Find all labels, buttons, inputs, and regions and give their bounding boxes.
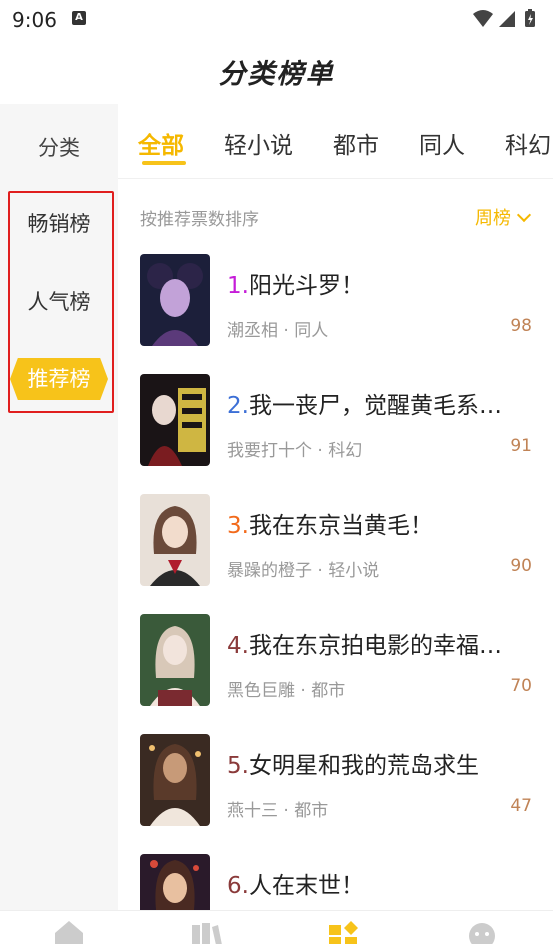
book-cover	[140, 614, 210, 706]
book-title: 4.我在东京拍电影的幸福…	[227, 626, 502, 660]
book-author: 黑色巨雕	[227, 681, 295, 701]
tab-scifi[interactable]: 科幻	[505, 126, 551, 160]
book-name: 我在东京拍电影的幸福…	[248, 633, 502, 659]
book-cover	[140, 734, 210, 826]
book-meta: 我要打十个 · 科幻	[227, 441, 363, 461]
book-item[interactable]: 5.女明星和我的荒岛求生 燕十三 · 都市 47	[140, 734, 532, 828]
status-bar: 9:06 A	[0, 0, 553, 38]
tab-all[interactable]: 全部	[138, 126, 184, 160]
chevron-down-icon	[516, 207, 532, 223]
book-item[interactable]: 4.我在东京拍电影的幸福… 黑色巨雕 · 都市 70	[140, 614, 532, 708]
book-title: 2.我一丧尸，觉醒黄毛系…	[227, 386, 502, 420]
book-title: 1.阳光斗罗！	[227, 266, 364, 300]
book-cover	[140, 254, 210, 346]
book-category: 都市	[311, 681, 346, 701]
home-icon[interactable]	[52, 919, 86, 944]
tab-urban[interactable]: 都市	[333, 126, 379, 160]
period-dropdown[interactable]: 周榜	[475, 204, 532, 230]
bottom-nav	[0, 910, 553, 944]
screen: 9:06 A 分类榜单 分类 畅销榜 人气榜 推荐榜 全部 轻小说 都市 同人 …	[0, 0, 553, 944]
book-category: 轻小说	[328, 561, 380, 581]
book-cover	[140, 374, 210, 466]
book-score: 90	[510, 556, 532, 576]
book-meta: 燕十三 · 都市	[227, 801, 329, 821]
tab-fanfic[interactable]: 同人	[419, 126, 465, 160]
bookshelf-icon[interactable]	[188, 919, 222, 944]
book-rank: 3.	[227, 513, 249, 539]
book-author: 暴躁的橙子	[227, 561, 312, 581]
book-meta: 黑色巨雕 · 都市	[227, 681, 346, 701]
book-rank: 5.	[227, 753, 249, 779]
book-name: 阳光斗罗！	[248, 273, 364, 299]
page-title: 分类榜单	[218, 59, 335, 90]
book-meta: 潮丞相 · 同人	[227, 321, 329, 341]
tab-active-indicator	[142, 161, 186, 165]
book-category: 都市	[294, 801, 329, 821]
book-rank: 4.	[227, 633, 249, 659]
battery-icon	[525, 9, 535, 27]
book-meta: 暴躁的橙子 · 轻小说	[227, 561, 380, 581]
book-score: 91	[510, 436, 532, 456]
period-label: 周榜	[475, 208, 511, 229]
book-title: 3.我在东京当黄毛！	[227, 506, 433, 540]
book-name: 我在东京当黄毛！	[248, 513, 433, 539]
book-author: 潮丞相	[227, 321, 278, 341]
book-cover	[140, 494, 210, 586]
status-icons	[471, 8, 543, 28]
book-author: 燕十三	[227, 801, 278, 821]
category-tabs: 全部 轻小说 都市 同人 科幻	[118, 104, 553, 179]
book-category: 科幻	[328, 441, 363, 461]
book-rank: 6.	[227, 873, 249, 899]
book-category: 同人	[294, 321, 329, 341]
book-score: 98	[510, 316, 532, 336]
book-item[interactable]: 1.阳光斗罗！ 潮丞相 · 同人 98	[140, 254, 532, 348]
book-item[interactable]: 2.我一丧尸，觉醒黄毛系… 我要打十个 · 科幻 91	[140, 374, 532, 468]
book-title: 6.人在末世！	[227, 866, 364, 900]
book-rank: 2.	[227, 393, 249, 419]
book-score: 47	[510, 796, 532, 816]
tab-light-novel[interactable]: 轻小说	[224, 126, 293, 160]
book-name: 我一丧尸，觉醒黄毛系…	[248, 393, 502, 419]
notification-icon: A	[72, 11, 86, 25]
book-rank: 1.	[227, 273, 249, 299]
book-author: 我要打十个	[227, 441, 312, 461]
sort-label: 按推荐票数排序	[140, 210, 259, 230]
signal-icon	[499, 11, 515, 27]
book-name: 女明星和我的荒岛求生	[248, 753, 479, 779]
book-title: 5.女明星和我的荒岛求生	[227, 746, 479, 780]
category-icon[interactable]	[327, 919, 361, 944]
page-header: 分类榜单	[0, 38, 553, 104]
book-name: 人在末世！	[248, 873, 364, 899]
sidebar-item-category[interactable]: 分类	[0, 132, 118, 162]
book-item[interactable]: 3.我在东京当黄毛！ 暴躁的橙子 · 轻小说 90	[140, 494, 532, 588]
highlight-annotation-box	[8, 191, 114, 413]
wifi-icon	[473, 10, 493, 27]
status-time: 9:06	[12, 8, 57, 32]
profile-icon[interactable]	[465, 919, 499, 944]
book-score: 70	[510, 676, 532, 696]
